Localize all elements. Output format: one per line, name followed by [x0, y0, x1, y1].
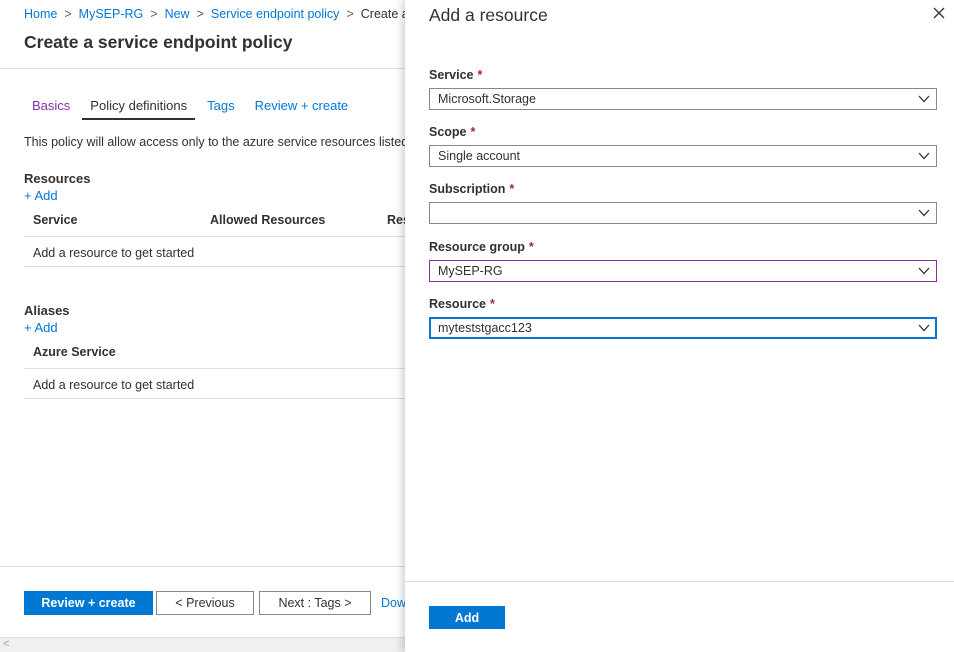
horizontal-scrollbar[interactable]: < [0, 637, 405, 652]
chevron-down-icon [918, 152, 930, 160]
breadcrumb-home[interactable]: Home [24, 7, 57, 21]
required-asterisk: * [528, 240, 534, 254]
divider [0, 68, 405, 69]
chevron-right-icon: > [346, 7, 354, 21]
required-asterisk: * [477, 68, 483, 82]
add-button[interactable]: Add [429, 606, 505, 629]
column-header-azure-service: Azure Service [33, 345, 116, 359]
subscription-label: Subscription * [429, 182, 515, 196]
scope-dropdown[interactable]: Single account [429, 145, 937, 167]
tab-policy-definitions[interactable]: Policy definitions [82, 96, 196, 120]
scope-value: Single account [438, 149, 521, 163]
subscription-dropdown[interactable] [429, 202, 937, 224]
column-header-service: Service [33, 213, 78, 227]
chevron-right-icon: > [196, 7, 204, 21]
resource-value: myteststgacc123 [438, 321, 532, 335]
resource-dropdown[interactable]: myteststgacc123 [429, 317, 937, 339]
tab-basics[interactable]: Basics [24, 96, 78, 120]
breadcrumb-resource-group[interactable]: MySEP-RG [79, 7, 144, 21]
column-header-resource-group: Res [387, 213, 405, 227]
chevron-down-icon [918, 267, 930, 275]
chevron-right-icon: > [64, 7, 72, 21]
resources-heading: Resources [24, 171, 91, 186]
table-divider [24, 236, 405, 237]
tab-tags[interactable]: Tags [199, 96, 242, 120]
aliases-heading: Aliases [24, 303, 70, 318]
breadcrumb-service-endpoint-policy[interactable]: Service endpoint policy [211, 7, 340, 21]
breadcrumb-current: Create a se [360, 7, 405, 21]
panel-title: Add a resource [429, 5, 548, 25]
close-icon[interactable] [928, 2, 950, 24]
add-alias-link[interactable]: + Add [24, 320, 58, 335]
service-value: Microsoft.Storage [438, 92, 536, 106]
required-asterisk: * [470, 125, 476, 139]
resource-group-label: Resource group * [429, 240, 534, 254]
chevron-down-icon [918, 209, 930, 217]
create-policy-blade: Home > MySEP-RG > New > Service endpoint polic… [0, 0, 405, 652]
table-divider [24, 398, 405, 399]
breadcrumb-new[interactable]: New [165, 7, 190, 21]
service-dropdown[interactable]: Microsoft.Storage [429, 88, 937, 110]
required-asterisk: * [489, 297, 495, 311]
resource-group-value: MySEP-RG [438, 264, 503, 278]
policy-description: This policy will allow access only to th… [24, 135, 405, 149]
resources-empty-row: Add a resource to get started [33, 246, 195, 260]
chevron-down-icon [918, 324, 930, 332]
review-create-button[interactable]: Review + create [24, 591, 153, 615]
page-title: Create a service endpoint policy [24, 32, 293, 52]
next-tags-button[interactable]: Next : Tags > [259, 591, 371, 615]
scope-label: Scope * [429, 125, 476, 139]
resource-label: Resource * [429, 297, 495, 311]
service-label: Service * [429, 68, 483, 82]
chevron-down-icon [918, 95, 930, 103]
column-header-allowed-resources: Allowed Resources [210, 213, 326, 227]
footer-divider [0, 566, 405, 567]
chevron-right-icon: > [150, 7, 158, 21]
aliases-empty-row: Add a resource to get started [33, 378, 195, 392]
panel-footer-divider [405, 581, 954, 582]
resource-group-dropdown[interactable]: MySEP-RG [429, 260, 937, 282]
add-resource-link[interactable]: + Add [24, 188, 58, 203]
table-divider [24, 266, 405, 267]
tab-bar: Basics Policy definitions Tags Review + … [24, 96, 360, 120]
breadcrumb: Home > MySEP-RG > New > Service endpoint polic… [24, 7, 405, 21]
previous-button[interactable]: < Previous [156, 591, 254, 615]
table-divider [24, 368, 405, 369]
tab-review-create[interactable]: Review + create [247, 96, 357, 120]
download-template-link[interactable]: Dow [381, 596, 405, 610]
required-asterisk: * [509, 182, 515, 196]
add-resource-panel: Add a resource Service * Microsoft.Storag… [405, 0, 954, 652]
scroll-left-icon[interactable]: < [3, 638, 9, 650]
